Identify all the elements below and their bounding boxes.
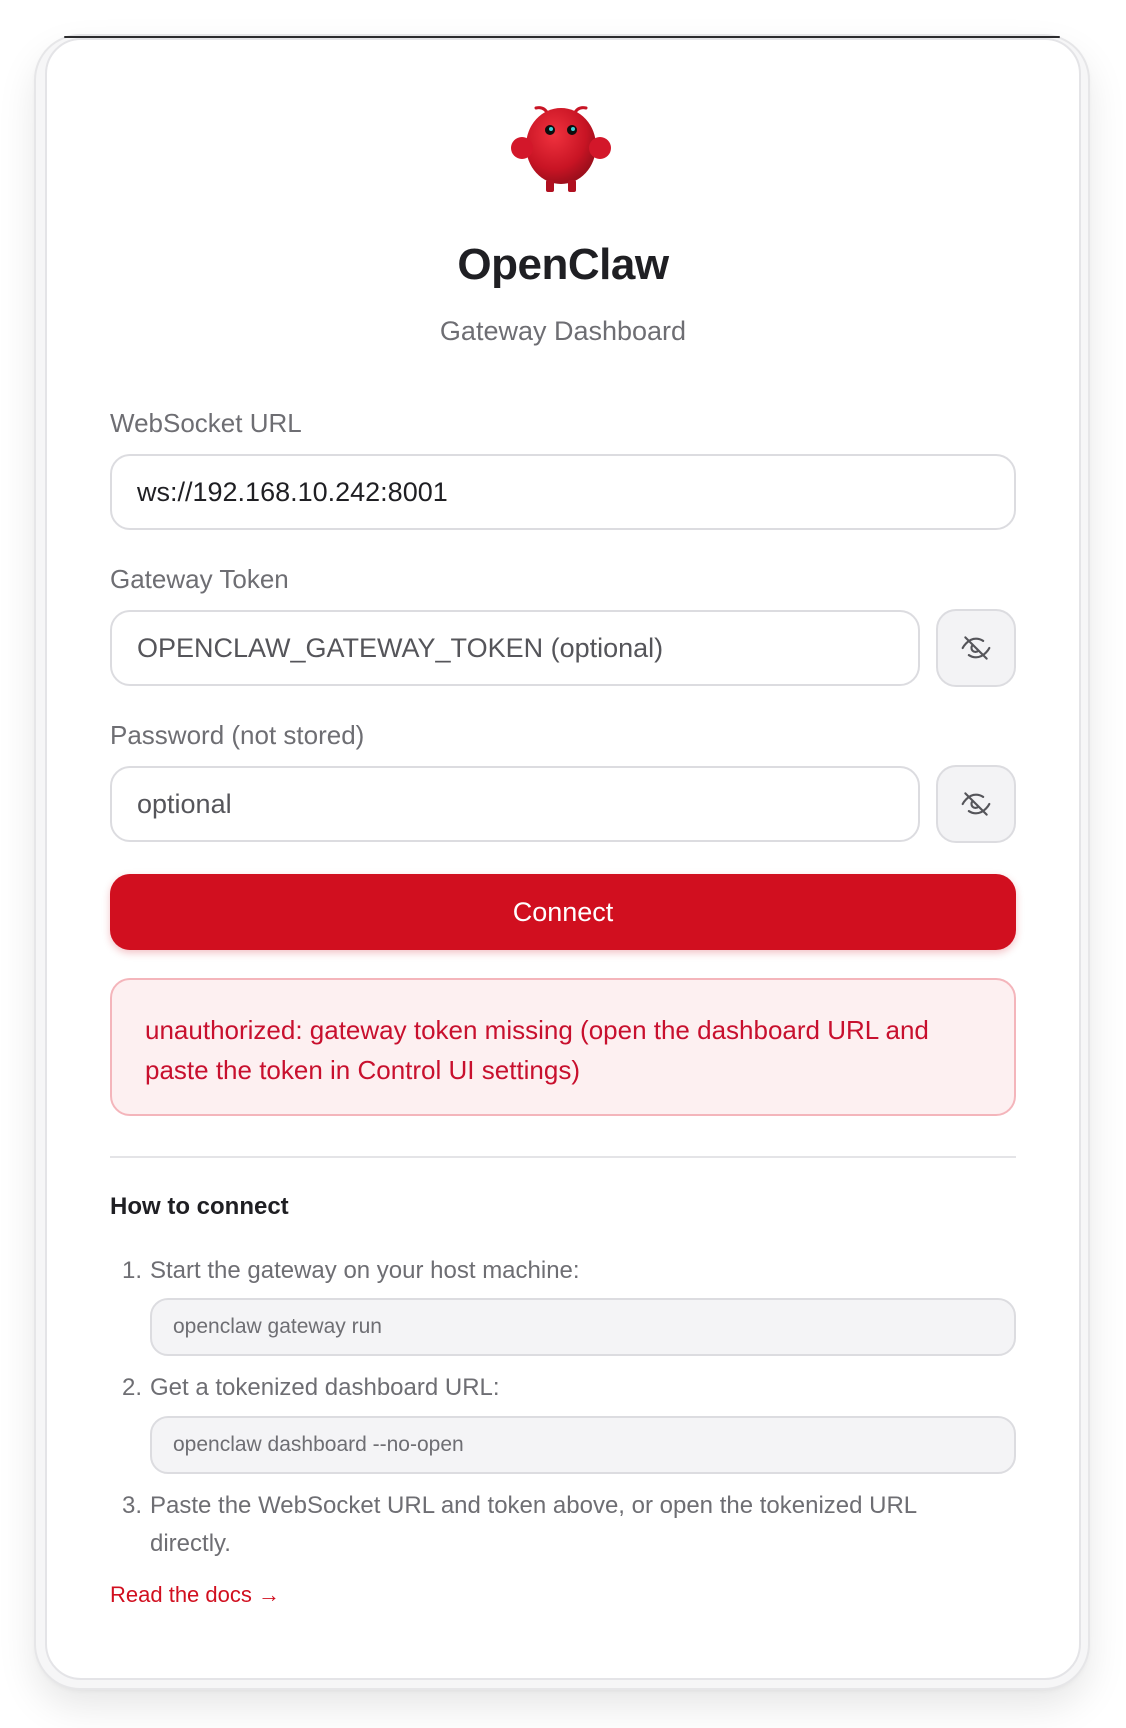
password-input[interactable]: optional	[110, 766, 920, 842]
step-number: 2.	[122, 1374, 143, 1401]
eye-off-icon	[961, 792, 991, 816]
step-text: Get a tokenized dashboard URL:	[150, 1374, 500, 1401]
password-label: Password (not stored)	[110, 720, 365, 750]
howto-step: 2. Get a tokenized dashboard URL:	[122, 1369, 982, 1407]
openclaw-logo-icon	[511, 106, 611, 192]
toggle-token-visibility-button[interactable]	[936, 609, 1016, 687]
howto-step: 1. Start the gateway on your host machine…	[122, 1252, 982, 1290]
websocket-url-label: WebSocket URL	[110, 408, 302, 438]
app-title: OpenClaw	[457, 240, 669, 289]
divider	[110, 1156, 1016, 1158]
gateway-token-input[interactable]: OPENCLAW_GATEWAY_TOKEN (optional)	[110, 610, 920, 686]
toggle-password-visibility-button[interactable]	[936, 765, 1016, 843]
step-number: 1.	[122, 1257, 143, 1284]
error-message: unauthorized: gateway token missing (ope…	[110, 978, 1016, 1116]
read-docs-link[interactable]: Read the docs →	[110, 1582, 280, 1608]
step-number: 3.	[122, 1492, 143, 1519]
eye-off-icon	[961, 636, 991, 660]
connect-button[interactable]: Connect	[110, 874, 1016, 950]
howto-step: 3. Paste the WebSocket URL and token abov…	[122, 1487, 982, 1563]
websocket-url-input[interactable]: ws://192.168.10.242:8001	[110, 454, 1016, 530]
step-text: Paste the WebSocket URL and token above,…	[150, 1492, 917, 1557]
code-snippet[interactable]: openclaw dashboard --no-open	[150, 1416, 1016, 1474]
howto-heading: How to connect	[110, 1193, 289, 1220]
gateway-token-label: Gateway Token	[110, 564, 289, 594]
app-subtitle: Gateway Dashboard	[439, 316, 687, 346]
code-snippet[interactable]: openclaw gateway run	[150, 1298, 1016, 1356]
step-text: Start the gateway on your host machine:	[150, 1257, 580, 1284]
